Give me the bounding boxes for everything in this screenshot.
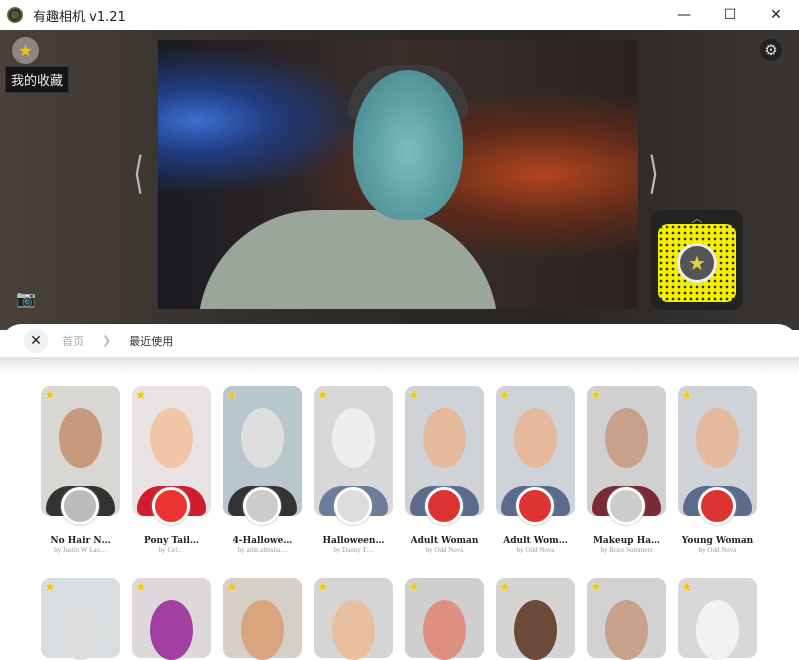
lens-name: Adult Woman — [410, 536, 479, 546]
lens-author: by Odd Nova — [516, 546, 555, 554]
lens-author: by athb.almsha… — [237, 546, 288, 554]
lens-card[interactable]: ★ Makeup Ha… by Brice Sommers — [587, 386, 666, 554]
gear-icon: ⚙ — [764, 41, 778, 59]
lens-avatar — [152, 487, 190, 525]
star-icon[interactable]: ★ — [44, 388, 56, 403]
lens-avatar — [516, 487, 554, 525]
star-icon[interactable]: ★ — [317, 388, 329, 403]
lens-author: by Cel… — [158, 546, 185, 554]
window-title: 有趣相机 v1.21 — [33, 9, 126, 25]
star-icon[interactable]: ★ — [681, 580, 693, 595]
lens-card[interactable]: ★ Pony Tail… by Cel… — [132, 386, 211, 554]
lens-name: Pony Tail… — [144, 536, 199, 546]
lens-author: by Odd Nova — [425, 546, 464, 554]
lens-card[interactable]: ★ — [223, 578, 302, 660]
lens-card[interactable]: ★ — [41, 578, 120, 660]
camera-preview — [158, 40, 638, 309]
lens-thumbnail[interactable]: ★ — [587, 578, 666, 660]
lens-avatar — [243, 487, 281, 525]
lens-name: Adult Wom… — [503, 536, 568, 546]
star-icon[interactable]: ★ — [590, 580, 602, 595]
lens-card[interactable]: ★ — [314, 578, 393, 660]
star-icon[interactable]: ★ — [590, 388, 602, 403]
star-icon[interactable]: ★ — [408, 388, 420, 403]
lens-card[interactable]: ★ — [405, 578, 484, 660]
camera-view: ★ 我的收藏 ⟨ ⟩ ⚙ 📷 ︿ ★ — [0, 30, 799, 330]
lens-name: No Hair N… — [50, 536, 111, 546]
lens-author: by Odd Nova — [698, 546, 737, 554]
camera-icon: 📷 — [16, 288, 36, 308]
lens-thumbnail[interactable]: ★ — [678, 578, 757, 660]
close-panel-button[interactable]: ✕ — [24, 328, 48, 353]
capture-button[interactable]: 📷 — [14, 286, 38, 310]
star-icon[interactable]: ★ — [499, 580, 511, 595]
prev-lens-button[interactable]: ⟨ — [133, 148, 143, 199]
favorites-tooltip: 我的收藏 — [5, 66, 70, 93]
lens-avatar — [425, 487, 463, 525]
app-icon — [7, 7, 23, 23]
lens-avatar — [334, 487, 372, 525]
chevron-right-icon: ❯ — [102, 334, 112, 347]
lens-thumbnail[interactable]: ★ — [405, 386, 484, 525]
lens-card[interactable]: ★ No Hair N… by Justin W Lau… — [41, 386, 120, 554]
lens-avatar — [698, 487, 736, 525]
lens-card[interactable]: ★ Halloween… by Danny T… — [314, 386, 393, 554]
minimize-button[interactable]: — — [661, 0, 707, 30]
lens-panel: ✕ 首页 ❯ 最近使用 ★ No Hair N… by Justin W Lau… — [0, 324, 799, 660]
lens-card[interactable]: ★ — [496, 578, 575, 660]
close-button[interactable]: ✕ — [753, 0, 799, 30]
star-icon[interactable]: ★ — [499, 388, 511, 403]
breadcrumb: ✕ 首页 ❯ 最近使用 — [0, 324, 799, 357]
star-icon[interactable]: ★ — [44, 580, 56, 595]
lens-card[interactable]: ★ Young Woman by Odd Nova — [678, 386, 757, 554]
lens-author: by Justin W Lau… — [54, 546, 107, 554]
favorites-button[interactable]: ★ — [12, 37, 39, 64]
lens-thumbnail[interactable]: ★ — [223, 578, 302, 660]
title-bar: 有趣相机 v1.21 — ☐ ✕ — [0, 0, 799, 30]
lens-thumbnail[interactable]: ★ — [41, 386, 120, 525]
lens-thumbnail[interactable]: ★ — [41, 578, 120, 660]
lens-card[interactable]: ★ Adult Woman by Odd Nova — [405, 386, 484, 554]
snapcode: ★ — [658, 224, 736, 302]
lens-card[interactable]: ★ — [587, 578, 666, 660]
lens-author: by Danny T… — [333, 546, 374, 554]
breadcrumb-current: 最近使用 — [129, 334, 174, 348]
lens-card[interactable]: ★ Adult Wom… by Odd Nova — [496, 386, 575, 554]
lens-card[interactable]: ★ — [678, 578, 757, 660]
lens-name: Makeup Ha… — [592, 536, 661, 546]
lens-thumbnail[interactable]: ★ — [496, 578, 575, 660]
lens-avatar — [607, 487, 645, 525]
lens-thumbnail[interactable]: ★ — [678, 386, 757, 525]
settings-button[interactable]: ⚙ — [760, 39, 782, 61]
lens-name: 4-Hallowe… — [232, 536, 293, 546]
lens-grid: ★ No Hair N… by Justin W Lau… ★ Pony Tai… — [41, 386, 757, 660]
lens-thumbnail[interactable]: ★ — [587, 386, 666, 525]
lens-author: by Brice Sommers — [600, 546, 653, 554]
breadcrumb-home[interactable]: 首页 — [62, 333, 84, 349]
star-icon[interactable]: ★ — [135, 580, 147, 595]
lens-avatar — [61, 487, 99, 525]
maximize-button[interactable]: ☐ — [707, 0, 753, 30]
lens-card[interactable]: ★ — [132, 578, 211, 660]
star-icon[interactable]: ★ — [408, 580, 420, 595]
star-icon[interactable]: ★ — [681, 388, 693, 403]
star-icon[interactable]: ★ — [135, 388, 147, 403]
lens-thumbnail[interactable]: ★ — [132, 386, 211, 525]
lens-name: Young Woman — [681, 536, 754, 546]
star-icon[interactable]: ★ — [317, 580, 329, 595]
star-icon[interactable]: ★ — [226, 580, 238, 595]
next-lens-button[interactable]: ⟩ — [648, 148, 658, 199]
lens-name: Halloween… — [322, 536, 385, 546]
lens-card[interactable]: ★ 4-Hallowe… by athb.almsha… — [223, 386, 302, 554]
lens-thumbnail[interactable]: ★ — [132, 578, 211, 660]
lens-thumbnail[interactable]: ★ — [314, 578, 393, 660]
lens-thumbnail[interactable]: ★ — [405, 578, 484, 660]
lens-thumbnail[interactable]: ★ — [314, 386, 393, 525]
lens-thumbnail[interactable]: ★ — [223, 386, 302, 525]
snapcode-panel[interactable]: ︿ ★ — [651, 210, 743, 310]
star-icon[interactable]: ★ — [226, 388, 238, 403]
star-icon: ★ — [18, 41, 33, 60]
lens-thumbnail[interactable]: ★ — [496, 386, 575, 525]
